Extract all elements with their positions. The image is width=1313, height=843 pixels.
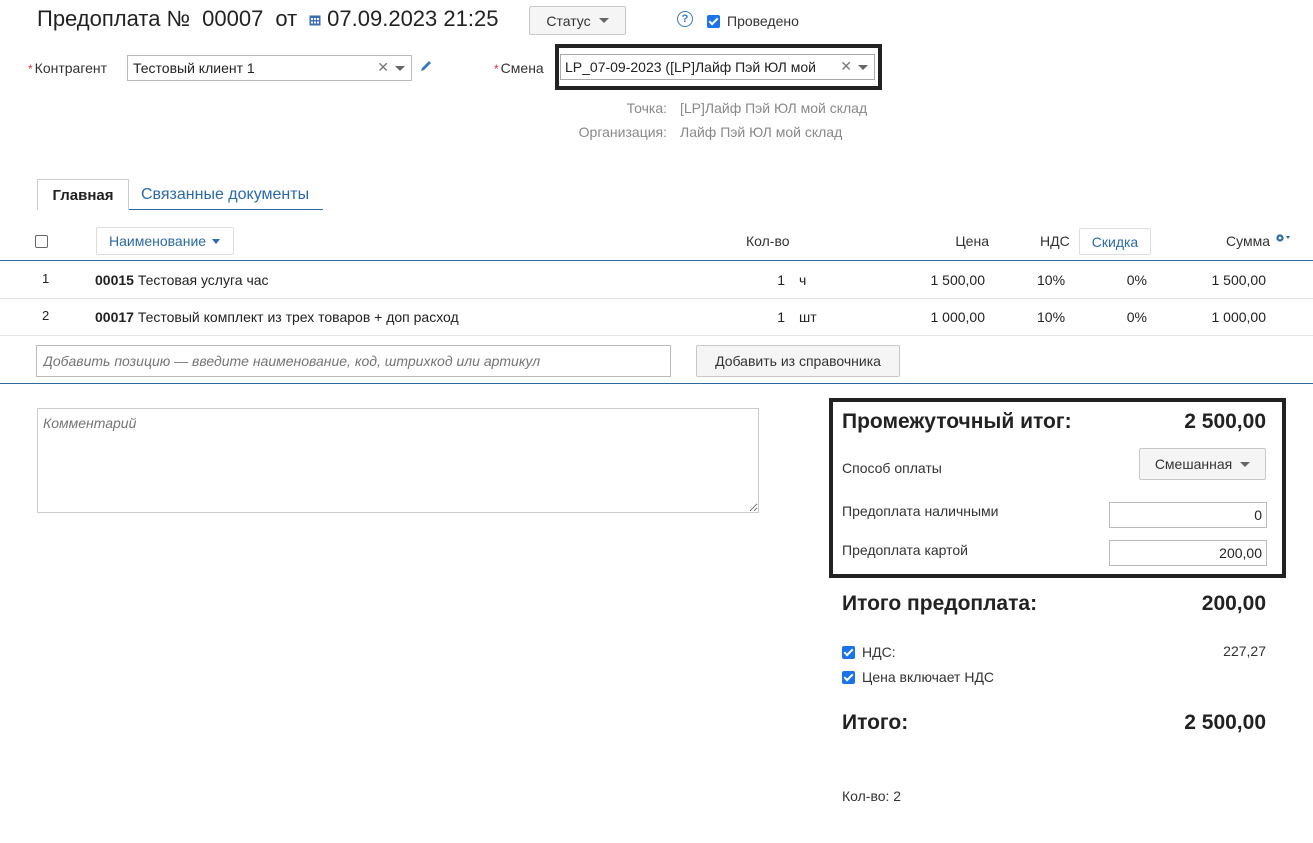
add-from-catalog-label: Добавить из справочника — [715, 353, 881, 369]
price-incl-vat-checkbox-group[interactable]: Цена включает НДС — [842, 669, 994, 685]
price-column-header: Цена — [955, 233, 989, 249]
item-code: 00015 — [95, 272, 134, 288]
clear-icon[interactable]: ✕ — [840, 58, 852, 75]
name-column-sort-button[interactable]: Наименование — [96, 227, 234, 255]
required-mark: * — [28, 62, 33, 76]
prepay-total-value: 200,00 — [1201, 592, 1266, 615]
card-prepay-label: Предоплата картой — [842, 542, 968, 558]
discount-column-button[interactable]: Скидка — [1079, 228, 1151, 255]
item-name: Тестовый комплект из трех товаров + доп … — [137, 309, 459, 325]
org-label: Организация: — [578, 124, 667, 140]
payment-method-dropdown[interactable]: Смешанная — [1139, 448, 1266, 480]
row-unit: шт — [799, 309, 817, 325]
table-row-name[interactable]: 00015 Тестовая услуга час — [95, 272, 269, 288]
total-value: 2 500,00 — [1184, 711, 1266, 734]
point-label: Точка: — [626, 100, 667, 116]
shift-label: Смена — [500, 60, 544, 76]
row-qty[interactable]: 1 — [768, 309, 785, 325]
table-row-name[interactable]: 00017 Тестовый комплект из трех товаров … — [95, 309, 459, 325]
tab-related-documents[interactable]: Связанные документы — [141, 186, 309, 204]
table-header-divider — [0, 260, 1313, 261]
row-sum: 1 500,00 — [1211, 272, 1267, 288]
date-prefix: от — [275, 6, 298, 31]
required-mark: * — [494, 62, 499, 76]
row-qty[interactable]: 1 — [768, 272, 785, 288]
chevron-down-icon[interactable] — [858, 65, 868, 70]
select-all-checkbox[interactable] — [35, 235, 48, 248]
item-name: Тестовая услуга час — [137, 272, 269, 288]
sum-column-header: Сумма — [1226, 233, 1270, 249]
cash-prepay-label: Предоплата наличными — [842, 503, 999, 519]
doc-number: 00007 — [202, 6, 264, 31]
doc-date[interactable]: 07.09.2023 21:25 — [327, 6, 498, 32]
chevron-down-icon[interactable] — [395, 66, 405, 71]
vat-value: 227,27 — [1223, 643, 1266, 659]
row-number: 2 — [42, 308, 50, 323]
vat-label: НДС: — [862, 644, 896, 660]
discount-column-header: Скидка — [1091, 233, 1139, 250]
gear-icon[interactable] — [1275, 233, 1291, 243]
vat-checkbox-group[interactable]: НДС: — [842, 644, 896, 660]
qty-column-header: Кол-во — [746, 233, 790, 249]
vat-checkbox[interactable] — [842, 645, 855, 659]
table-footer-divider — [0, 383, 1313, 384]
row-vat[interactable]: 10% — [1037, 272, 1065, 288]
price-incl-vat-label: Цена включает НДС — [862, 669, 995, 685]
tab-main[interactable]: Главная — [37, 179, 129, 210]
price-incl-vat-checkbox[interactable] — [842, 670, 855, 684]
subtotal-label: Промежуточный итог: — [842, 410, 1072, 433]
chevron-down-icon — [1240, 461, 1251, 467]
row-discount[interactable]: 0% — [1110, 309, 1147, 325]
subtotal-value: 2 500,00 — [1184, 410, 1266, 433]
counterparty-value: Тестовый клиент 1 — [133, 60, 255, 76]
name-column-header: Наименование — [109, 233, 207, 249]
vat-column-header: НДС — [1040, 233, 1070, 249]
chevron-down-icon — [212, 238, 221, 244]
card-prepay-value: 200,00 — [1219, 545, 1262, 561]
row-vat[interactable]: 10% — [1037, 309, 1065, 325]
item-count: Кол-во: 2 — [842, 788, 902, 804]
tabs-underline — [129, 209, 323, 210]
shift-value: LP_07-09-2023 ([LP]Лайф Пэй ЮЛ мой — [565, 59, 816, 75]
clear-icon[interactable]: ✕ — [377, 59, 389, 76]
status-button[interactable]: Статус — [529, 6, 626, 35]
row-divider — [0, 335, 1313, 336]
row-number: 1 — [42, 271, 50, 286]
row-sum: 1 000,00 — [1211, 309, 1267, 325]
shift-label-group: * Смена — [494, 60, 544, 76]
cash-prepay-value: 0 — [1254, 507, 1262, 523]
point-value: [LP]Лайф Пэй ЮЛ мой склад — [680, 100, 868, 116]
row-divider — [0, 298, 1313, 299]
payment-method-label: Способ оплаты — [842, 460, 942, 476]
row-price[interactable]: 1 500,00 — [905, 272, 986, 288]
counterparty-select[interactable]: Тестовый клиент 1 ✕ — [127, 55, 412, 81]
edit-pencil-icon[interactable] — [419, 59, 433, 76]
posted-checkbox-group[interactable]: Проведено — [707, 13, 799, 29]
total-label: Итого: — [842, 711, 909, 734]
page-title: Предоплата № 00007 от 07.09.2023 21:25 — [37, 6, 498, 32]
comment-textarea[interactable] — [37, 408, 759, 513]
cash-prepay-input[interactable]: 0 — [1109, 502, 1267, 528]
shift-select[interactable]: LP_07-09-2023 ([LP]Лайф Пэй ЮЛ мой ✕ — [560, 54, 875, 80]
prepay-total-label: Итого предоплата: — [842, 592, 1038, 615]
chevron-down-icon — [598, 18, 609, 23]
counterparty-label-group: * Контрагент — [28, 60, 107, 76]
tab-main-label: Главная — [52, 186, 114, 204]
calendar-icon[interactable] — [309, 6, 321, 26]
card-prepay-input[interactable]: 200,00 — [1109, 540, 1267, 566]
doc-title: Предоплата № — [37, 6, 191, 31]
item-code: 00017 — [95, 309, 134, 325]
org-value: Лайф Пэй ЮЛ мой склад — [680, 124, 843, 140]
add-from-catalog-button[interactable]: Добавить из справочника — [696, 345, 900, 377]
payment-method-value: Смешанная — [1154, 456, 1233, 472]
row-price[interactable]: 1 000,00 — [905, 309, 986, 325]
row-unit: ч — [799, 272, 807, 288]
posted-checkbox[interactable] — [707, 14, 720, 28]
counterparty-label: Контрагент — [34, 60, 108, 76]
add-position-input[interactable] — [36, 345, 671, 377]
posted-label: Проведено — [727, 13, 799, 29]
status-button-label: Статус — [546, 12, 591, 29]
row-discount[interactable]: 0% — [1110, 272, 1147, 288]
help-icon[interactable]: ? — [677, 11, 693, 27]
